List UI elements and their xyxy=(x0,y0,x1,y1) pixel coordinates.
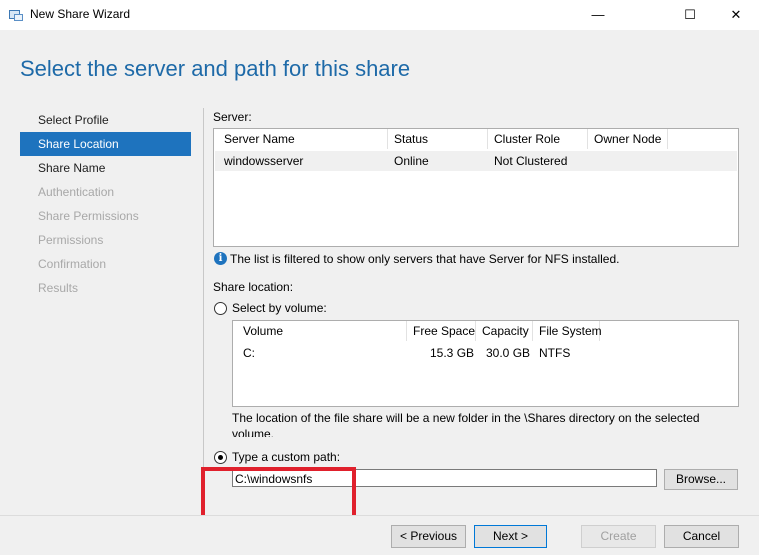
wizard-body: Select the server and path for this shar… xyxy=(0,30,759,525)
close-icon: ✕ xyxy=(730,7,742,22)
column-server-name[interactable]: Server Name xyxy=(218,129,388,149)
info-icon: i xyxy=(214,252,227,265)
custom-path-label[interactable]: Type a custom path: xyxy=(232,450,340,464)
title-bar: New Share Wizard — ☐ ✕ xyxy=(0,0,759,30)
share-location-label: Share location: xyxy=(213,280,294,294)
nav-item-share-permissions: Share Permissions xyxy=(38,209,139,223)
server-list-header: Server Name Status Cluster Role Owner No… xyxy=(214,129,738,149)
column-cluster-role[interactable]: Cluster Role xyxy=(488,129,588,149)
custom-path-radio[interactable] xyxy=(214,451,227,464)
column-owner-node[interactable]: Owner Node xyxy=(588,129,668,149)
column-capacity[interactable]: Capacity xyxy=(476,321,533,341)
minimize-button[interactable]: — xyxy=(575,0,621,30)
select-by-volume-radio[interactable] xyxy=(214,302,227,315)
previous-button[interactable]: < Previous xyxy=(391,525,466,548)
table-row[interactable]: windowsserver Online Not Clustered xyxy=(215,151,737,171)
cluster-role-cell: Not Clustered xyxy=(494,154,568,168)
nav-item-authentication: Authentication xyxy=(38,185,115,199)
server-filter-note: The list is filtered to show only server… xyxy=(230,252,620,266)
status-cell: Online xyxy=(394,154,429,168)
share-wizard-icon xyxy=(9,10,23,21)
nav-item-confirmation: Confirmation xyxy=(38,257,107,271)
nav-item-results: Results xyxy=(38,281,79,295)
table-row[interactable]: C: 15.3 GB 30.0 GB NTFS xyxy=(234,343,737,363)
cancel-button[interactable]: Cancel xyxy=(664,525,739,548)
column-file-system[interactable]: File System xyxy=(533,321,602,341)
file-system-cell: NTFS xyxy=(539,346,571,360)
nav-item-permissions: Permissions xyxy=(38,233,104,247)
volume-list-header: Volume Free Space Capacity File System xyxy=(233,321,738,341)
select-by-volume-label[interactable]: Select by volume: xyxy=(232,301,327,315)
nav-divider xyxy=(203,108,204,500)
server-label: Server: xyxy=(213,110,252,124)
maximize-button[interactable]: ☐ xyxy=(667,0,713,30)
nav-item-select-profile[interactable]: Select Profile xyxy=(20,108,191,132)
window-title: New Share Wizard xyxy=(30,7,131,21)
volume-cell: C: xyxy=(243,346,255,360)
next-button[interactable]: Next > xyxy=(474,525,547,548)
wizard-nav: Select Profile Share Location Share Name… xyxy=(20,108,191,300)
nav-item-share-name[interactable]: Share Name xyxy=(20,156,191,180)
minimize-icon: — xyxy=(591,7,605,22)
page-title: Select the server and path for this shar… xyxy=(20,56,411,81)
column-volume[interactable]: Volume xyxy=(237,321,407,341)
capacity-cell: 30.0 GB xyxy=(486,346,531,360)
nav-item-share-location[interactable]: Share Location xyxy=(20,132,191,156)
free-space-cell: 15.3 GB xyxy=(430,346,475,360)
server-list[interactable]: Server Name Status Cluster Role Owner No… xyxy=(213,128,739,247)
server-name-cell: windowsserver xyxy=(224,154,304,168)
volume-note-line1: The location of the file share will be a… xyxy=(232,411,700,425)
column-status[interactable]: Status xyxy=(388,129,488,149)
volume-note-line2: volume. xyxy=(232,427,275,437)
close-button[interactable]: ✕ xyxy=(713,0,759,30)
create-button: Create xyxy=(581,525,656,548)
browse-button[interactable]: Browse... xyxy=(664,469,738,490)
wizard-footer: < Previous Next > Create Cancel xyxy=(0,515,759,555)
column-free-space[interactable]: Free Space xyxy=(407,321,476,341)
volume-list[interactable]: Volume Free Space Capacity File System C… xyxy=(232,320,739,407)
maximize-icon: ☐ xyxy=(684,7,696,22)
